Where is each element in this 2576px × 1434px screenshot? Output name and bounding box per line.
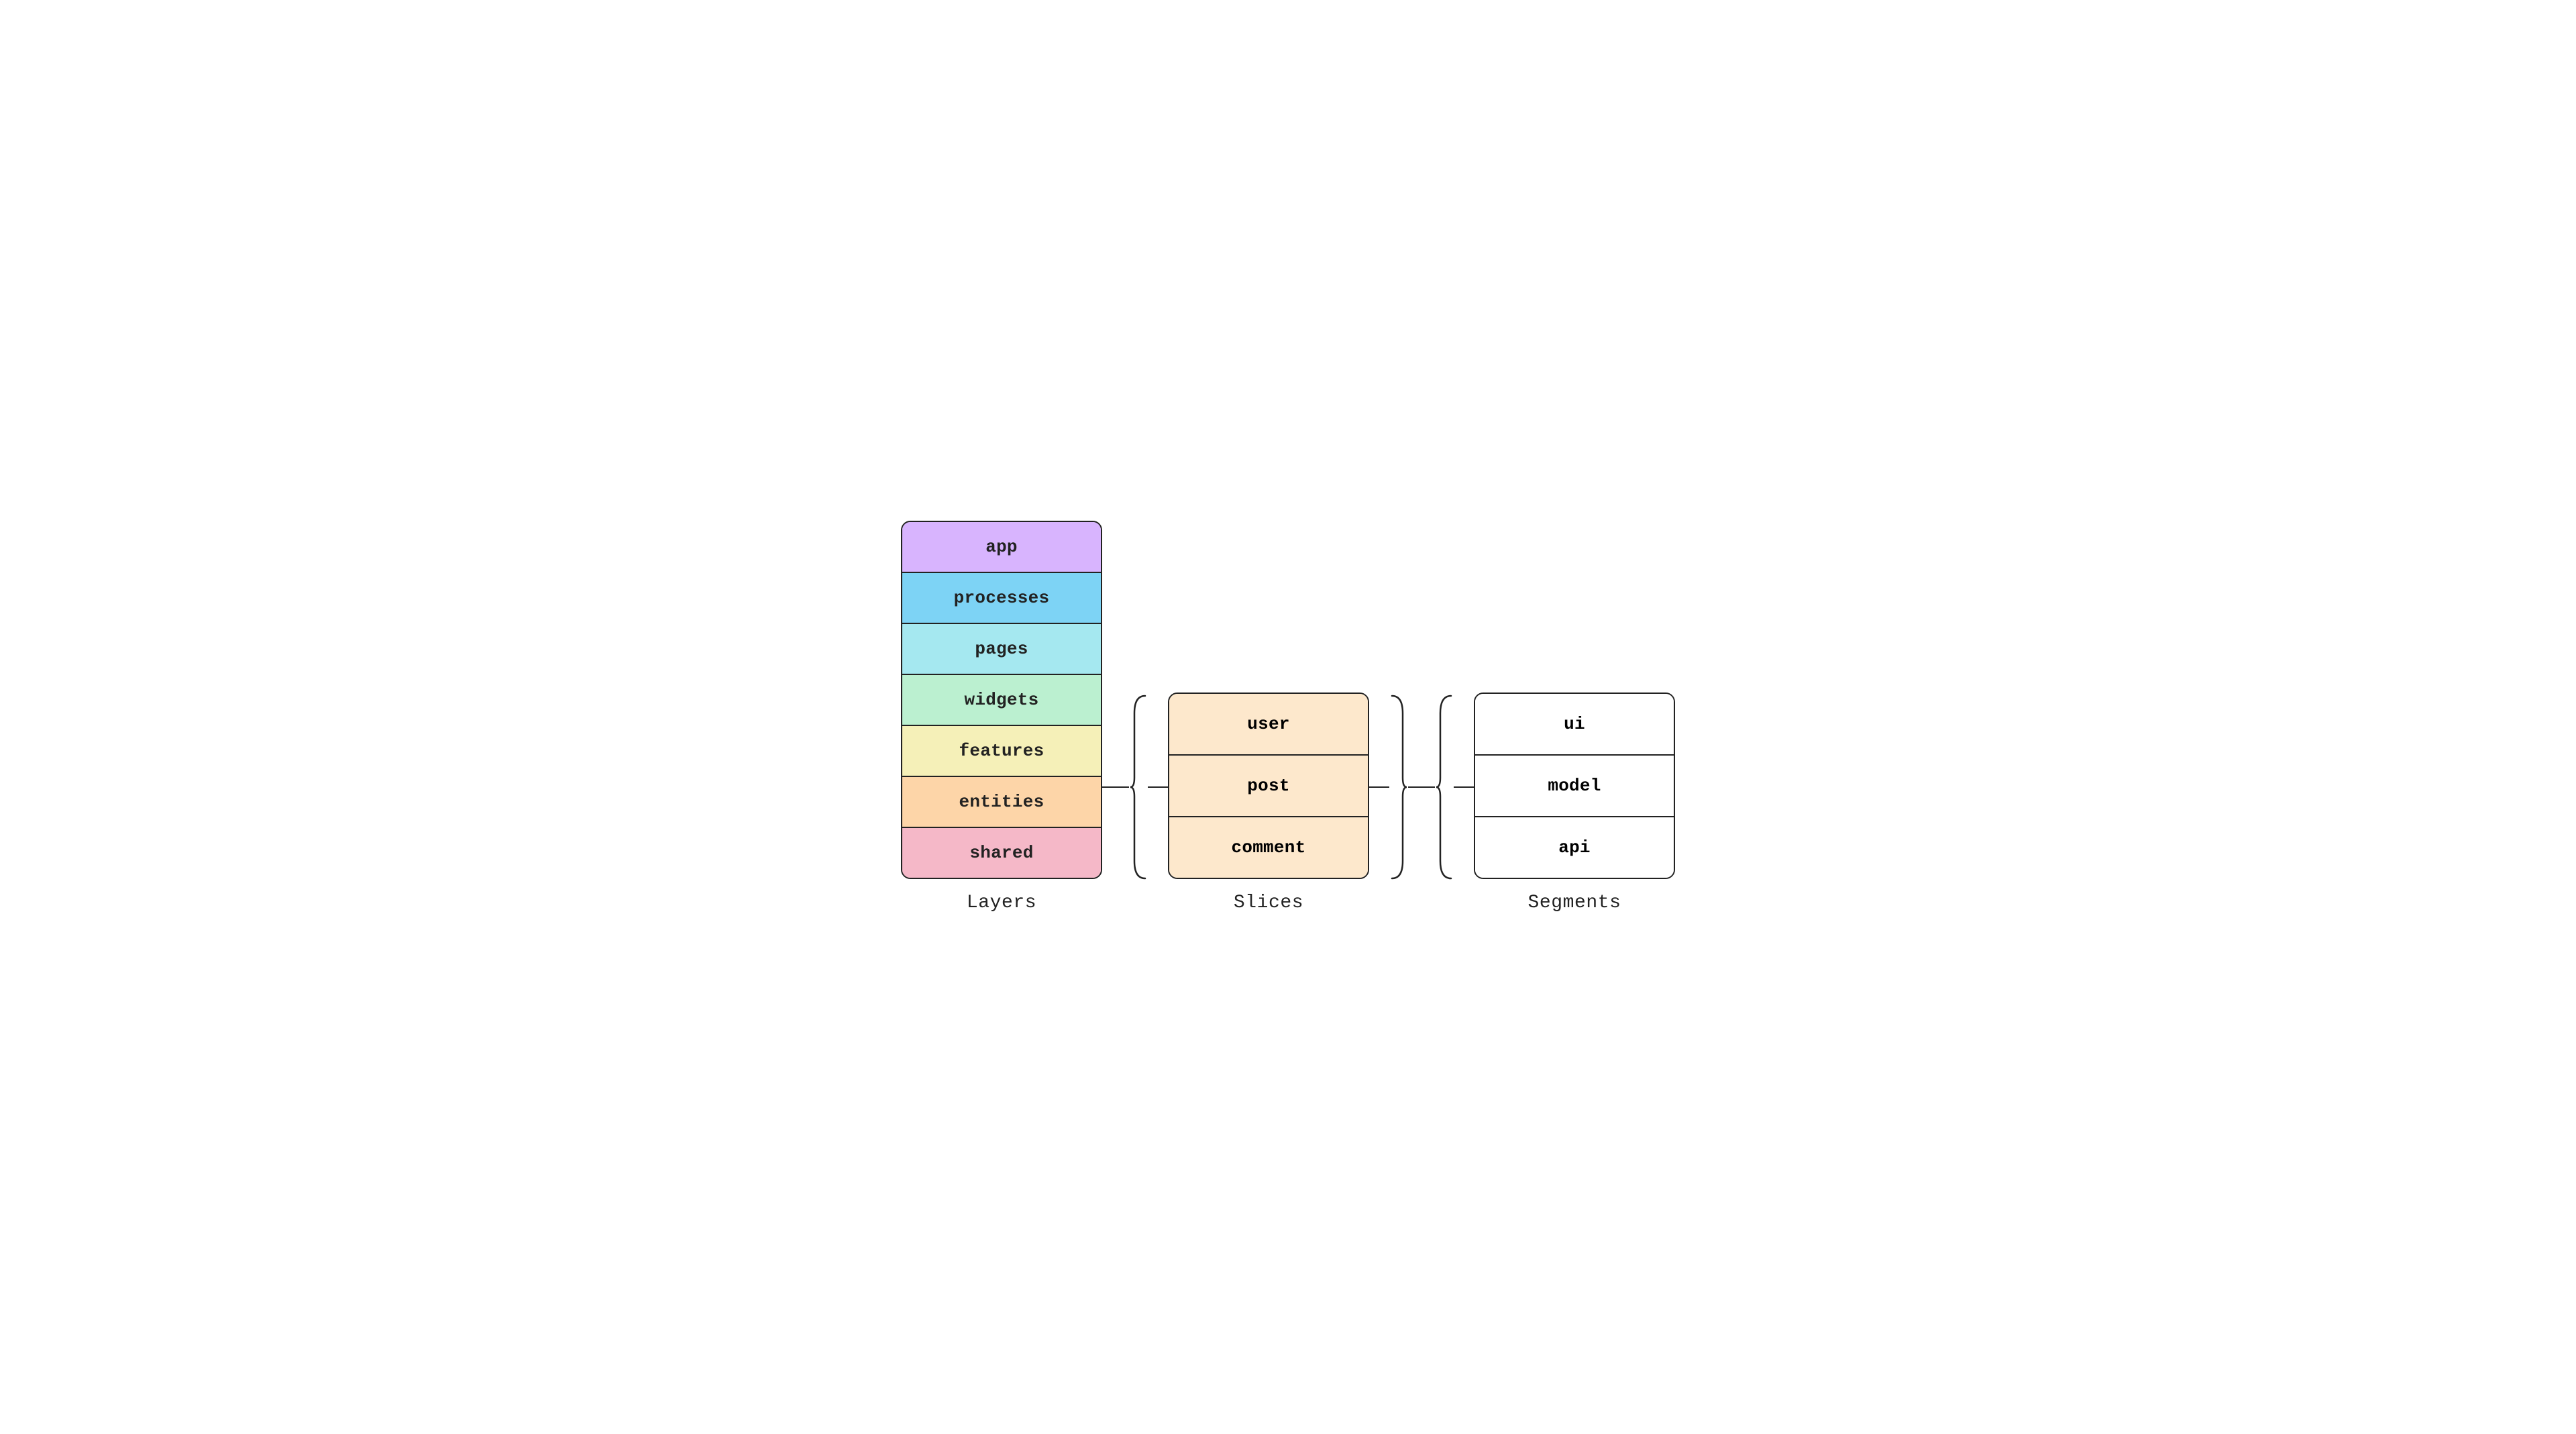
h-line-3 [1369, 786, 1389, 788]
h-line-4 [1408, 786, 1435, 788]
slice-comment: comment [1169, 817, 1368, 878]
layers-stack: app processes pages widgets features ent… [901, 521, 1102, 879]
layer-widgets: widgets [902, 675, 1101, 726]
layer-pages: pages [902, 624, 1101, 675]
layer-features: features [902, 726, 1101, 777]
layer-processes: processes [902, 573, 1101, 624]
segment-model: model [1475, 756, 1674, 817]
slices-box: user post comment [1168, 693, 1369, 879]
layers-to-slices-connector [1102, 693, 1168, 881]
layer-entities: entities [902, 777, 1101, 828]
slices-to-segments-connector [1369, 693, 1474, 881]
h-line-5 [1454, 786, 1474, 788]
segments-column: ui model api Segments [1474, 693, 1675, 913]
layers-column: app processes pages widgets features ent… [901, 521, 1102, 913]
slices-column: user post comment Slices [1168, 693, 1369, 913]
segments-box: ui model api [1474, 693, 1675, 879]
slices-label: Slices [1234, 892, 1303, 913]
h-line-2 [1148, 786, 1168, 788]
segments-label: Segments [1528, 892, 1621, 913]
left-bracket-slices [1129, 693, 1148, 881]
right-bracket-slices [1389, 693, 1408, 881]
slice-user: user [1169, 694, 1368, 756]
layers-label: Layers [967, 892, 1036, 913]
segment-ui: ui [1475, 694, 1674, 756]
h-line-1 [1102, 786, 1129, 788]
layer-app: app [902, 522, 1101, 573]
slice-post: post [1169, 756, 1368, 817]
segment-api: api [1475, 817, 1674, 878]
left-bracket-segments [1435, 693, 1454, 881]
layer-shared: shared [902, 828, 1101, 878]
architecture-diagram: app processes pages widgets features ent… [901, 521, 1675, 913]
